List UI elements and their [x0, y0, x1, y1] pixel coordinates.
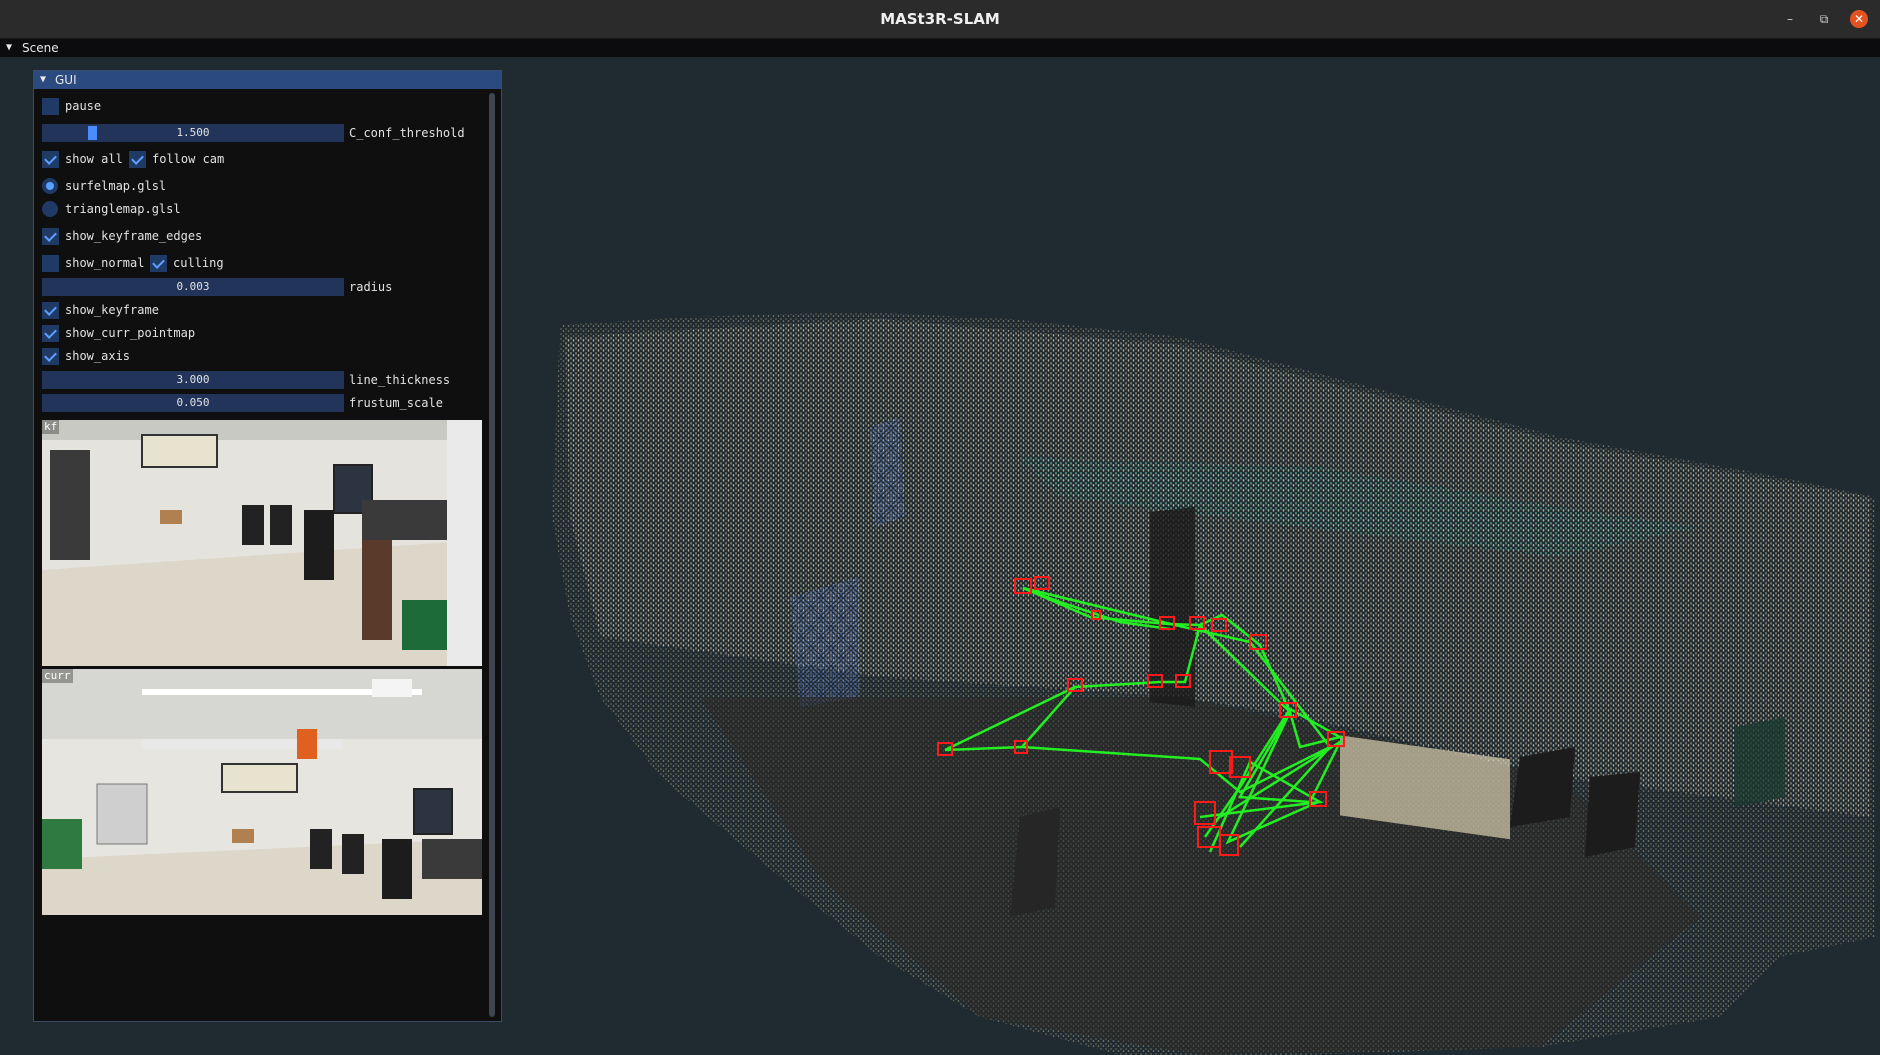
culling-label: culling — [173, 256, 224, 270]
line-thickness-label: line_thickness — [349, 373, 451, 387]
check-icon — [44, 229, 57, 242]
show-curr-pointmap-checkbox[interactable] — [42, 325, 59, 342]
pause-label: pause — [65, 99, 102, 113]
radius-slider[interactable]: 0.003 — [42, 278, 344, 296]
c-conf-threshold-label: C_conf_threshold — [349, 126, 465, 140]
check-icon — [152, 256, 165, 269]
current-image: curr — [42, 669, 482, 915]
window-title: MASt3R-SLAM — [880, 10, 1000, 28]
kf-label: kf — [42, 420, 60, 434]
current-photo — [42, 669, 482, 915]
check-icon — [44, 303, 57, 316]
show-all-checkbox[interactable] — [42, 151, 59, 168]
keyframe-image: kf — [42, 420, 482, 666]
show-normal-label: show_normal — [65, 256, 145, 270]
show-keyframe-edges-label: show_keyframe_edges — [65, 229, 203, 243]
check-icon — [131, 152, 144, 165]
line-thickness-slider[interactable]: 3.000 — [42, 371, 344, 389]
surfelmap-radio[interactable] — [42, 178, 58, 194]
pause-checkbox[interactable] — [42, 98, 59, 115]
show-normal-checkbox[interactable] — [42, 255, 59, 272]
show-curr-pointmap-label: show_curr_pointmap — [65, 326, 196, 340]
frustum-scale-slider[interactable]: 0.050 — [42, 394, 344, 412]
gui-panel: ▼ GUI pause 1.500 C_conf_threshold show … — [33, 70, 502, 1022]
gui-title: GUI — [55, 73, 77, 87]
gui-header[interactable]: ▼ GUI — [34, 71, 501, 89]
scene-label: Scene — [22, 41, 59, 55]
collapse-arrow-icon: ▼ — [6, 42, 13, 53]
frustum-scale-value: 0.050 — [176, 396, 210, 409]
radius-label: radius — [349, 280, 393, 294]
culling-checkbox[interactable] — [150, 255, 167, 272]
surfelmap-label: surfelmap.glsl — [65, 179, 167, 193]
radius-value: 0.003 — [176, 280, 210, 293]
keyframe-photo — [42, 420, 482, 666]
slider-grab[interactable] — [88, 126, 97, 140]
check-icon — [44, 349, 57, 362]
c-conf-threshold-value: 1.500 — [176, 126, 210, 139]
check-icon — [44, 152, 57, 165]
follow-cam-checkbox[interactable] — [129, 151, 146, 168]
frustum-scale-label: frustum_scale — [349, 396, 443, 410]
show-keyframe-checkbox[interactable] — [42, 302, 59, 319]
show-keyframe-label: show_keyframe — [65, 303, 159, 317]
show-keyframe-edges-checkbox[interactable] — [42, 228, 59, 245]
check-icon — [44, 326, 57, 339]
show-axis-label: show_axis — [65, 349, 131, 363]
trianglemap-label: trianglemap.glsl — [65, 202, 181, 216]
collapse-arrow-icon: ▼ — [40, 74, 47, 85]
scene-header[interactable]: ▼ Scene — [0, 39, 1880, 57]
minimize-button[interactable]: – — [1781, 10, 1799, 28]
window-titlebar: MASt3R-SLAM – ⧉ ✕ — [0, 0, 1880, 39]
line-thickness-value: 3.000 — [176, 373, 210, 386]
follow-cam-label: follow cam — [152, 152, 225, 166]
show-axis-checkbox[interactable] — [42, 348, 59, 365]
gui-scrollbar[interactable] — [489, 93, 495, 1017]
trianglemap-radio[interactable] — [42, 201, 58, 217]
show-all-label: show all — [65, 152, 123, 166]
curr-label: curr — [42, 669, 73, 683]
close-button[interactable]: ✕ — [1850, 10, 1868, 28]
restore-button[interactable]: ⧉ — [1815, 10, 1833, 28]
c-conf-threshold-slider[interactable]: 1.500 — [42, 124, 344, 142]
